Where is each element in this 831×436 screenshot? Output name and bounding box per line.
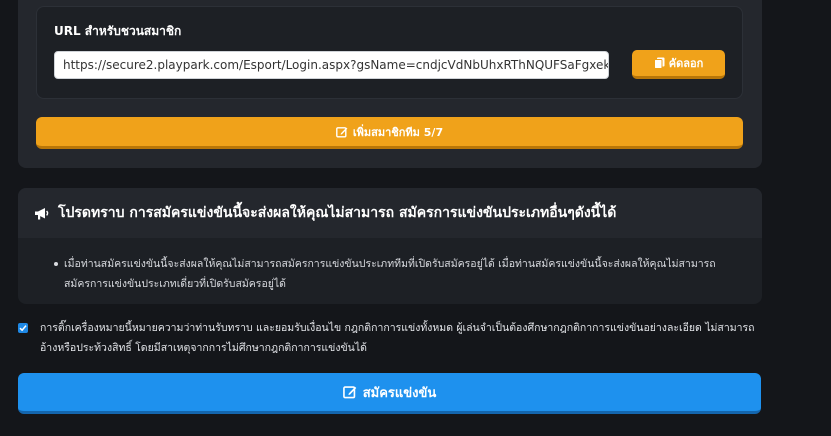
invite-url-label: URL สำหรับชวนสมาชิก (54, 24, 182, 38)
notice-header: โปรดทราบ การสมัครแข่งขันนี้จะส่งผลให้คุณ… (18, 188, 762, 238)
notice-body: เมื่อท่านสมัครแข่งขันนี้จะส่งผลให้คุณไม่… (18, 238, 762, 294)
edit-icon (336, 126, 348, 138)
bullet-marker (54, 262, 58, 266)
notice-text: เมื่อท่านสมัครแข่งขันนี้จะส่งผลให้คุณไม่… (64, 258, 716, 290)
register-button[interactable]: สมัครแข่งขัน (18, 373, 761, 414)
invite-url-field[interactable]: https://secure2.playpark.com/Esport/Logi… (54, 51, 609, 79)
edit-icon (342, 385, 357, 399)
register-label: สมัครแข่งขัน (362, 385, 437, 401)
notice-title: โปรดทราบ การสมัครแข่งขันนี้จะส่งผลให้คุณ… (58, 205, 617, 221)
copy-url-label: คัดลอก (668, 57, 704, 70)
check-icon (19, 325, 27, 332)
consent-checkbox[interactable] (18, 323, 28, 333)
copy-url-button[interactable]: คัดลอก (632, 50, 725, 79)
consent-text: การติ๊กเครื่องหมายนี้หมายความว่าท่านรับท… (40, 322, 755, 354)
notice-panel: โปรดทราบ การสมัครแข่งขันนี้จะส่งผลให้คุณ… (18, 188, 762, 304)
add-team-member-label: เพิ่มสมาชิกทีม 5/7 (352, 125, 444, 139)
megaphone-icon (34, 207, 50, 220)
consent-row: การติ๊กเครื่องหมายนี้หมายความว่าท่านรับท… (18, 318, 762, 358)
copy-icon (653, 57, 665, 69)
add-team-member-button[interactable]: เพิ่มสมาชิกทีม 5/7 (36, 117, 743, 149)
